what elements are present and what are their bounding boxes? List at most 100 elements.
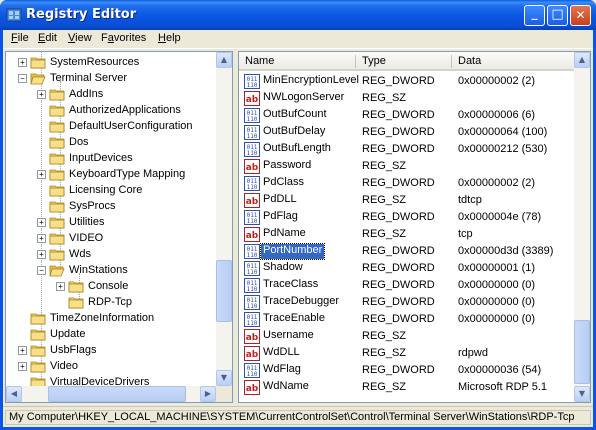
tree-item[interactable]: Licensing Core <box>6 183 218 199</box>
svg-text:110: 110 <box>247 371 258 378</box>
registry-value-row[interactable]: 011 110 OutBufCount REG_DWORD 0x00000006 (6) <box>239 107 574 124</box>
registry-value-row[interactable]: 011 110 OutBufDelay REG_DWORD 0x00000064 (10… <box>239 124 574 141</box>
value-data: 0x00000000 (0) <box>458 296 536 308</box>
value-type: REG_DWORD <box>362 211 435 223</box>
close-icon: ✕ <box>575 8 586 22</box>
folder-icon <box>49 232 65 245</box>
dword-icon: 011 110 <box>244 176 260 191</box>
registry-value-row[interactable]: 011 110 TraceClass REG_DWORD 0x00000000 (0) <box>239 277 574 294</box>
tree-scroll-thumb[interactable] <box>216 260 232 322</box>
expand-icon[interactable]: + <box>37 218 46 227</box>
string-icon: ab <box>244 159 260 174</box>
menu-favorites-label-start: F <box>101 32 108 44</box>
registry-value-row[interactable]: 011 110 TraceDebugger REG_DWORD 0x00000000 (… <box>239 294 574 311</box>
expand-icon[interactable]: + <box>18 346 27 355</box>
registry-value-row[interactable]: ab PdDLL REG_SZ tdtcp <box>239 192 574 209</box>
registry-value-row[interactable]: ab PdName REG_SZ tcp <box>239 226 574 243</box>
registry-value-row[interactable]: 011 110 PdClass REG_DWORD 0x00000002 (2) <box>239 175 574 192</box>
tree-item-label: Video <box>50 360 78 372</box>
close-button[interactable]: ✕ <box>570 5 591 26</box>
folder-icon <box>49 136 65 149</box>
list-scroll-down-button[interactable]: ▼ <box>574 386 590 402</box>
tree-scroll-left-button[interactable]: ◀ <box>6 386 22 402</box>
tree-item[interactable]: + AddIns <box>6 87 218 103</box>
value-data: 0x00000002 (2) <box>458 177 536 189</box>
registry-value-row[interactable]: ab Username REG_SZ <box>239 328 574 345</box>
tree-item[interactable]: DefaultUserConfiguration <box>6 119 218 135</box>
tree-item[interactable]: InputDevices <box>6 151 218 167</box>
expand-icon[interactable]: + <box>18 362 27 371</box>
expand-icon[interactable]: + <box>56 282 65 291</box>
string-icon: ab <box>244 193 260 208</box>
dword-icon: 011 110 <box>244 278 260 293</box>
tree-hscroll-thumb[interactable] <box>48 386 186 402</box>
registry-value-row[interactable]: ab WdName REG_SZ Microsoft RDP 5.1 <box>239 379 574 396</box>
expand-icon[interactable]: + <box>37 234 46 243</box>
registry-value-row[interactable]: 011 110 OutBufLength REG_DWORD 0x00000212 (5… <box>239 141 574 158</box>
registry-value-row[interactable]: 011 110 TraceEnable REG_DWORD 0x00000000 (0) <box>239 311 574 328</box>
tree-vertical-scrollbar[interactable]: ▲ ▼ <box>216 52 232 386</box>
tree-item[interactable]: + Video <box>6 359 218 375</box>
registry-tree[interactable]: + SystemResources − Terminal Server + AddIns A… <box>5 51 233 403</box>
column-header-type[interactable]: Type <box>362 55 386 67</box>
tree-item[interactable]: SysProcs <box>6 199 218 215</box>
column-separator[interactable] <box>451 55 452 68</box>
menu-edit[interactable]: Edit <box>35 32 60 47</box>
minimize-button[interactable]: _ <box>524 5 545 26</box>
column-header-name[interactable]: Name <box>245 55 274 67</box>
tree-item[interactable]: − WinStations <box>6 263 218 279</box>
registry-value-row[interactable]: 011 110 Shadow REG_DWORD 0x00000001 (1) <box>239 260 574 277</box>
registry-value-row[interactable]: 011 110 WdFlag REG_DWORD 0x00000036 (54) <box>239 362 574 379</box>
expand-icon[interactable]: + <box>37 250 46 259</box>
registry-values-list[interactable]: Name Type Data 011 110 MinEncryptionLevel R… <box>238 51 591 403</box>
tree-item[interactable]: Dos <box>6 135 218 151</box>
registry-value-row[interactable]: ab Password REG_SZ <box>239 158 574 175</box>
registry-value-row[interactable]: ab WdDLL REG_SZ rdpwd <box>239 345 574 362</box>
tree-item[interactable]: + Wds <box>6 247 218 263</box>
dword-icon: 011 110 <box>244 210 260 225</box>
registry-value-row[interactable]: 011 110 MinEncryptionLevel REG_DWORD 0x00000… <box>239 73 574 90</box>
tree-item[interactable]: − Terminal Server <box>6 71 218 87</box>
list-scroll-up-button[interactable]: ▲ <box>574 52 590 68</box>
title-bar[interactable]: Registry Editor _ □ ✕ <box>0 0 596 30</box>
tree-scroll-right-button[interactable]: ▶ <box>200 386 216 402</box>
collapse-icon[interactable]: − <box>37 266 46 275</box>
list-scroll-thumb[interactable] <box>574 320 590 384</box>
string-icon: ab <box>244 91 260 106</box>
collapse-icon[interactable]: − <box>18 74 27 83</box>
value-name: TraceEnable <box>263 312 325 324</box>
column-header-data[interactable]: Data <box>458 55 481 67</box>
tree-item[interactable]: + SystemResources <box>6 55 218 71</box>
expand-icon[interactable]: + <box>37 170 46 179</box>
expand-icon[interactable]: + <box>18 58 27 67</box>
tree-item[interactable]: RDP-Tcp <box>6 295 218 311</box>
tree-item[interactable]: + Utilities <box>6 215 218 231</box>
dword-icon: 011 110 <box>244 142 260 157</box>
value-type: REG_DWORD <box>362 109 435 121</box>
column-separator[interactable] <box>355 55 356 68</box>
tree-item[interactable]: AuthorizedApplications <box>6 103 218 119</box>
tree-scroll-up-button[interactable]: ▲ <box>216 52 232 68</box>
registry-value-row[interactable]: ab NWLogonServer REG_SZ <box>239 90 574 107</box>
registry-value-row[interactable]: 011 110 PdFlag REG_DWORD 0x0000004e (78) <box>239 209 574 226</box>
tree-item[interactable]: + Console <box>6 279 218 295</box>
tree-horizontal-scrollbar[interactable]: ◀ ▶ <box>6 386 216 402</box>
expand-icon[interactable]: + <box>37 90 46 99</box>
tree-item[interactable]: + UsbFlags <box>6 343 218 359</box>
tree-item[interactable]: + KeyboardType Mapping <box>6 167 218 183</box>
tree-item-label: Terminal Server <box>50 72 128 84</box>
tree-scroll-down-button[interactable]: ▼ <box>216 370 232 386</box>
menu-view[interactable]: View <box>65 32 95 47</box>
registry-value-row[interactable]: 011 110 PortNumber REG_DWORD 0x00000d3d (338… <box>239 243 574 260</box>
menu-file[interactable]: File <box>8 32 32 47</box>
tree-item[interactable]: TimeZoneInformation <box>6 311 218 327</box>
tree-item[interactable]: Update <box>6 327 218 343</box>
value-name: OutBufCount <box>263 108 327 120</box>
tree-item[interactable]: + VIDEO <box>6 231 218 247</box>
list-vertical-scrollbar[interactable]: ▲ ▼ <box>574 52 590 402</box>
value-name: PdClass <box>263 176 304 188</box>
menu-favorites[interactable]: Favorites <box>98 32 149 47</box>
maximize-button[interactable]: □ <box>547 5 568 26</box>
menu-help[interactable]: Help <box>155 32 184 47</box>
value-type: REG_SZ <box>362 92 407 104</box>
